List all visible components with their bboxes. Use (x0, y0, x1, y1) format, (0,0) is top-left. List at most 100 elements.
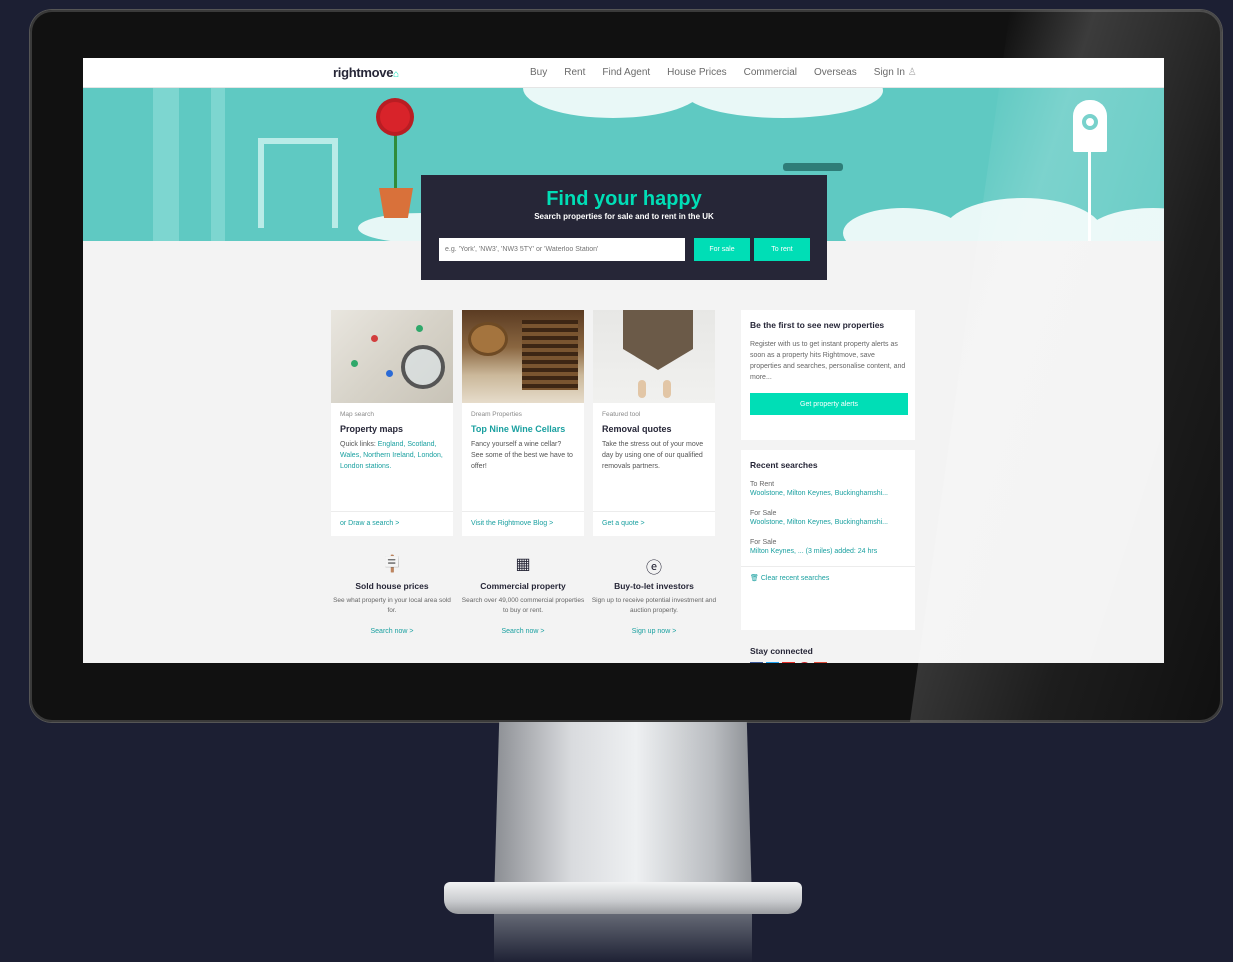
pinterest-icon[interactable] (798, 662, 811, 663)
pin-icon (371, 335, 378, 342)
monitor-frame: rightmove⌂ Buy Rent Find Agent House Pri… (30, 10, 1222, 722)
feature-title: Buy-to-let investors (614, 581, 694, 591)
site-header: rightmove⌂ Buy Rent Find Agent House Pri… (83, 58, 1164, 88)
recent-search-link[interactable]: Milton Keynes, ... (3 miles) added: 24 h… (750, 546, 906, 557)
sign-in-label: Sign In (873, 67, 905, 78)
stay-connected-title: Stay connected (750, 646, 813, 656)
card-wine-cellars[interactable]: Dream Properties Top Nine Wine Cellars F… (462, 310, 584, 536)
stand-reflection (494, 914, 752, 962)
doormat (623, 310, 693, 370)
doormat-image (593, 310, 715, 403)
chair-illustration (258, 138, 338, 228)
monitor-stand-neck (494, 722, 752, 902)
clear-recent-searches[interactable]: 🗑 Clear recent searches (741, 566, 915, 582)
building-icon: ▦ (515, 556, 531, 573)
wine-rack (522, 320, 578, 390)
nav-find-agent[interactable]: Find Agent (602, 67, 650, 78)
foot-icon (663, 380, 671, 398)
magnifier-icon (401, 345, 445, 389)
feature-text: Sign up to receive potential investment … (591, 597, 717, 614)
divider (593, 511, 715, 512)
clear-label: Clear recent searches (760, 575, 830, 582)
nav-commercial[interactable]: Commercial (744, 67, 797, 78)
stay-connected-section: Stay connected (750, 646, 827, 663)
card-title[interactable]: Top Nine Wine Cellars (471, 424, 575, 434)
recent-search-type: To Rent (750, 481, 775, 488)
recent-searches-title: Recent searches (750, 460, 818, 470)
sign-icon: 🪧 (382, 556, 402, 573)
swing-illustration (783, 163, 843, 171)
divider (331, 511, 453, 512)
card-kicker: Map search (340, 411, 374, 418)
pin-icon (416, 325, 423, 332)
feature-title: Sold house prices (355, 581, 429, 591)
recent-search-link[interactable]: Woolstone, Milton Keynes, Buckinghamshi.… (750, 517, 906, 528)
browser-screen: rightmove⌂ Buy Rent Find Agent House Pri… (83, 58, 1164, 663)
flower-icon (380, 102, 410, 132)
location-search-input[interactable] (439, 238, 685, 261)
feature-text: Search over 49,000 commercial properties… (461, 597, 585, 614)
cloud-illustration (1083, 208, 1164, 241)
for-sale-button[interactable]: For sale (694, 238, 750, 261)
divider (462, 511, 584, 512)
trash-icon: 🗑 (750, 575, 759, 582)
feature-commercial: ▦ Commercial property Search over 49,000… (460, 554, 586, 635)
social-links (750, 662, 827, 663)
hero-subtitle: Search properties for sale and to rent i… (534, 212, 714, 221)
search-panel: Find your happy Search properties for sa… (421, 175, 827, 280)
nav-rent[interactable]: Rent (564, 67, 585, 78)
card-kicker: Dream Properties (471, 411, 522, 418)
user-icon: ♙ (907, 67, 917, 78)
nav-sign-in[interactable]: Sign In ♙ (874, 67, 917, 78)
draw-search-link[interactable]: or Draw a search > (340, 520, 399, 527)
card-text: Quick links: England, Scotland, Wales, N… (340, 439, 444, 472)
google-plus-icon[interactable] (814, 662, 827, 663)
monitor-stand-base (444, 882, 802, 914)
quick-links-label: Quick links: (340, 441, 378, 448)
nav-overseas[interactable]: Overseas (814, 67, 857, 78)
birdhouse-hole (1082, 114, 1098, 130)
house-icon: ⌂ (393, 69, 399, 80)
nav-house-prices[interactable]: House Prices (667, 67, 726, 78)
cloud-illustration (843, 208, 963, 241)
blog-link[interactable]: Visit the Rightmove Blog > (471, 520, 553, 527)
youtube-icon[interactable] (782, 662, 795, 663)
flower-stem (394, 128, 397, 190)
get-quote-link[interactable]: Get a quote > (602, 520, 645, 527)
tree-illustration (153, 88, 179, 241)
pin-icon (351, 360, 358, 367)
recent-search-link[interactable]: Woolstone, Milton Keynes, Buckinghamshi.… (750, 488, 906, 499)
search-now-link[interactable]: Search now > (329, 628, 455, 635)
logo-text: rightmove (333, 65, 394, 80)
twitter-icon[interactable] (766, 662, 779, 663)
facebook-icon[interactable] (750, 662, 763, 663)
alerts-text: Register with us to get instant property… (750, 341, 906, 381)
recent-search-type: For Sale (750, 539, 777, 546)
card-removal-quotes[interactable]: Featured tool Removal quotes Take the st… (593, 310, 715, 536)
feature-sold-prices: 🪧 Sold house prices See what property in… (329, 554, 455, 635)
property-alerts-panel: Be the first to see new properties Regis… (741, 310, 915, 440)
birdhouse-pole (1088, 152, 1091, 241)
main-nav: Buy Rent Find Agent House Prices Commerc… (530, 67, 917, 78)
get-property-alerts-button[interactable]: Get property alerts (750, 393, 908, 415)
card-title[interactable]: Removal quotes (602, 424, 706, 434)
search-now-link[interactable]: Search now > (460, 628, 586, 635)
nav-buy[interactable]: Buy (530, 67, 547, 78)
pin-icon (386, 370, 393, 377)
card-title[interactable]: Property maps (340, 424, 444, 434)
card-text: Fancy yourself a wine cellar? See some o… (471, 441, 573, 470)
logo[interactable]: rightmove⌂ (333, 65, 399, 80)
recent-search-type: For Sale (750, 510, 777, 517)
pound-coin-icon: ⓔ (645, 560, 662, 577)
hero-title: Find your happy (546, 188, 702, 210)
card-text: Take the stress out of your move day by … (602, 441, 704, 470)
tree-illustration (211, 88, 225, 241)
cloud-illustration (683, 88, 883, 118)
map-pins-image (331, 310, 453, 403)
to-rent-button[interactable]: To rent (754, 238, 810, 261)
feature-buy-to-let: ⓔ Buy-to-let investors Sign up to receiv… (591, 554, 717, 635)
plant-pot-icon (379, 188, 413, 218)
card-property-maps[interactable]: Map search Property maps Quick links: En… (331, 310, 453, 536)
sign-up-link[interactable]: Sign up now > (591, 628, 717, 635)
wine-cellar-image (462, 310, 584, 403)
